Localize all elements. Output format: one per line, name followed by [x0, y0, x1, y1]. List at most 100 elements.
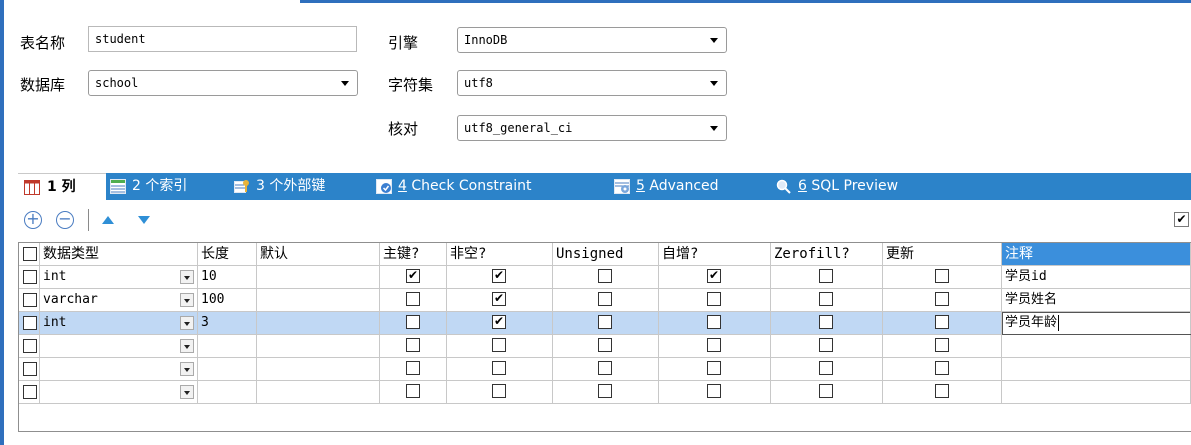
length-cell[interactable]: 10: [198, 266, 257, 288]
header-update[interactable]: 更新: [883, 243, 1002, 265]
row-select-checkbox[interactable]: [23, 362, 37, 376]
comment-cell[interactable]: [1002, 335, 1191, 357]
unsigned-checkbox[interactable]: [598, 315, 612, 329]
move-up-icon[interactable]: [102, 216, 114, 224]
header-not-null[interactable]: 非空?: [447, 243, 553, 265]
chevron-down-icon[interactable]: [180, 293, 194, 307]
zerofill-checkbox[interactable]: [819, 269, 833, 283]
chevron-down-icon[interactable]: [180, 385, 194, 399]
tab-columns[interactable]: 1 列: [18, 173, 106, 200]
database-select[interactable]: school: [88, 70, 358, 96]
default-cell[interactable]: [257, 381, 380, 403]
unsigned-checkbox[interactable]: [598, 338, 612, 352]
chevron-down-icon[interactable]: [180, 316, 194, 330]
zerofill-checkbox[interactable]: [819, 292, 833, 306]
chevron-down-icon[interactable]: [180, 270, 194, 284]
datatype-cell[interactable]: int: [40, 266, 198, 288]
remove-column-button[interactable]: −: [56, 211, 74, 229]
notnull-checkbox[interactable]: ✔: [492, 292, 506, 306]
row-select-checkbox[interactable]: [23, 270, 37, 284]
update-checkbox[interactable]: [935, 292, 949, 306]
zerofill-checkbox[interactable]: [819, 361, 833, 375]
update-checkbox[interactable]: [935, 384, 949, 398]
default-cell[interactable]: [257, 289, 380, 311]
row-select-checkbox[interactable]: [23, 293, 37, 307]
hide-checkbox[interactable]: ✔: [1174, 212, 1189, 227]
datatype-cell[interactable]: [40, 381, 198, 403]
pk-checkbox[interactable]: [406, 384, 420, 398]
comment-cell[interactable]: [1002, 358, 1191, 380]
zerofill-checkbox[interactable]: [819, 315, 833, 329]
table-name-input[interactable]: student: [88, 26, 357, 52]
table-row[interactable]: [19, 358, 1191, 381]
default-cell[interactable]: [257, 312, 380, 334]
length-cell[interactable]: [198, 335, 257, 357]
row-select-checkbox[interactable]: [23, 339, 37, 353]
comment-cell[interactable]: 学员id: [1002, 266, 1191, 288]
autoinc-checkbox[interactable]: [707, 315, 721, 329]
tab-indexes[interactable]: 2 个索引: [110, 173, 220, 200]
table-row[interactable]: varchar 100 ✔ 学员姓名: [19, 289, 1191, 312]
autoinc-checkbox[interactable]: [707, 292, 721, 306]
zerofill-checkbox[interactable]: [819, 338, 833, 352]
header-default[interactable]: 默认: [257, 243, 380, 265]
datatype-cell[interactable]: [40, 358, 198, 380]
default-cell[interactable]: [257, 358, 380, 380]
update-checkbox[interactable]: [935, 338, 949, 352]
datatype-cell[interactable]: varchar: [40, 289, 198, 311]
tab-foreign-keys[interactable]: 3 个外部键: [234, 173, 364, 200]
header-primary-key[interactable]: 主键?: [380, 243, 447, 265]
header-length[interactable]: 长度: [198, 243, 257, 265]
row-select-checkbox[interactable]: [23, 316, 37, 330]
header-comment[interactable]: 注释: [1002, 243, 1191, 265]
default-cell[interactable]: [257, 335, 380, 357]
collation-select[interactable]: utf8_general_ci: [457, 115, 727, 141]
default-cell[interactable]: [257, 266, 380, 288]
table-row[interactable]: int 10 ✔ ✔ ✔ 学员id: [19, 266, 1191, 289]
autoinc-checkbox[interactable]: [707, 361, 721, 375]
comment-cell[interactable]: [1002, 381, 1191, 403]
pk-checkbox[interactable]: ✔: [406, 269, 420, 283]
add-column-button[interactable]: +: [24, 211, 42, 229]
pk-checkbox[interactable]: [406, 292, 420, 306]
chevron-down-icon[interactable]: [180, 339, 194, 353]
update-checkbox[interactable]: [935, 269, 949, 283]
header-datatype[interactable]: 数据类型: [40, 243, 198, 265]
header-zerofill[interactable]: Zerofill?: [771, 243, 883, 265]
tab-check-constraint[interactable]: 4 Check Constraint: [376, 173, 591, 200]
length-cell[interactable]: 100: [198, 289, 257, 311]
autoinc-checkbox[interactable]: [707, 338, 721, 352]
comment-cell[interactable]: 学员年龄: [1002, 312, 1191, 334]
row-select-checkbox[interactable]: [23, 385, 37, 399]
unsigned-checkbox[interactable]: [598, 269, 612, 283]
notnull-checkbox[interactable]: [492, 361, 506, 375]
update-checkbox[interactable]: [935, 315, 949, 329]
comment-cell[interactable]: 学员姓名: [1002, 289, 1191, 311]
header-auto-increment[interactable]: 自增?: [659, 243, 771, 265]
datatype-cell[interactable]: [40, 335, 198, 357]
move-down-icon[interactable]: [138, 216, 150, 224]
tab-sql-preview[interactable]: 6 SQL Preview: [776, 173, 936, 200]
pk-checkbox[interactable]: [406, 315, 420, 329]
charset-select[interactable]: utf8: [457, 70, 727, 96]
tab-advanced[interactable]: 5 Advanced: [614, 173, 754, 200]
notnull-checkbox[interactable]: [492, 384, 506, 398]
header-unsigned[interactable]: Unsigned: [553, 243, 659, 265]
zerofill-checkbox[interactable]: [819, 384, 833, 398]
notnull-checkbox[interactable]: ✔: [492, 269, 506, 283]
select-all-checkbox[interactable]: [23, 247, 37, 261]
notnull-checkbox[interactable]: ✔: [492, 315, 506, 329]
length-cell[interactable]: [198, 358, 257, 380]
length-cell[interactable]: [198, 381, 257, 403]
pk-checkbox[interactable]: [406, 338, 420, 352]
engine-select[interactable]: InnoDB: [457, 27, 727, 53]
table-row[interactable]: [19, 335, 1191, 358]
length-cell[interactable]: 3: [198, 312, 257, 334]
datatype-cell[interactable]: int: [40, 312, 198, 334]
chevron-down-icon[interactable]: [180, 362, 194, 376]
update-checkbox[interactable]: [935, 361, 949, 375]
autoinc-checkbox[interactable]: [707, 384, 721, 398]
unsigned-checkbox[interactable]: [598, 292, 612, 306]
unsigned-checkbox[interactable]: [598, 361, 612, 375]
notnull-checkbox[interactable]: [492, 338, 506, 352]
